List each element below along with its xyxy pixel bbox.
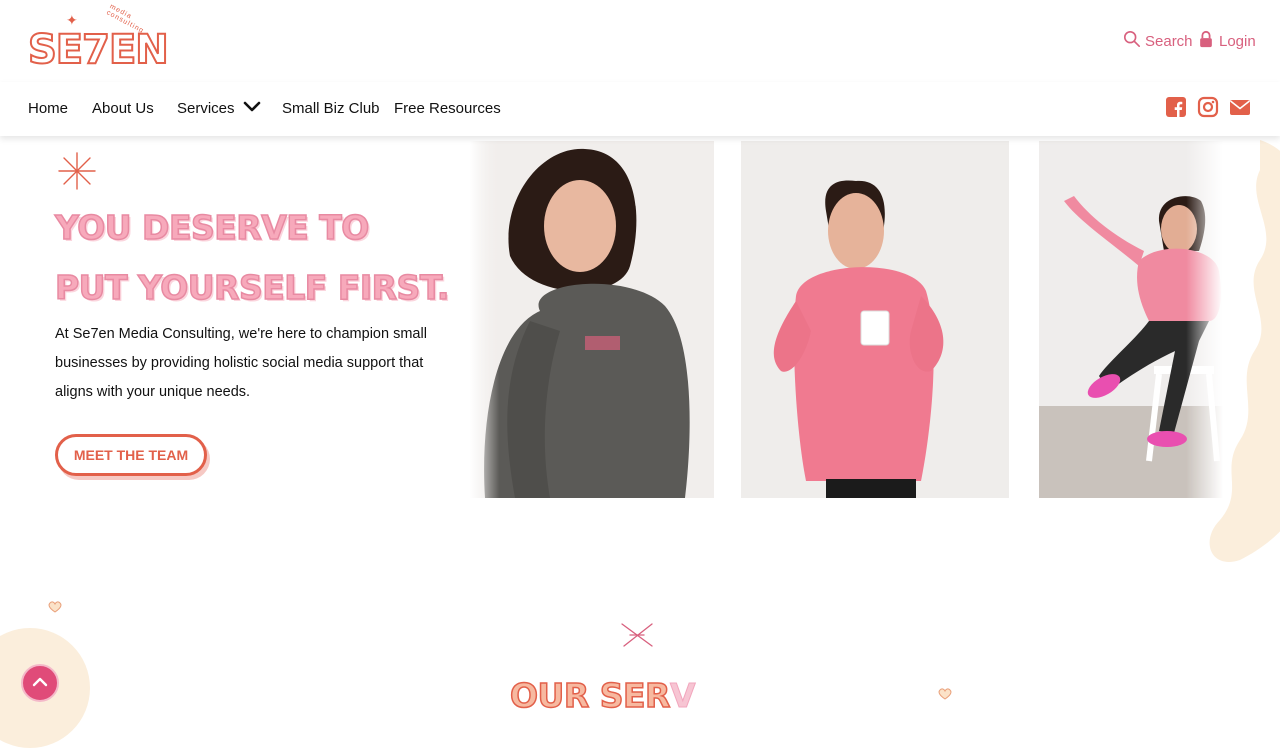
facebook-icon[interactable]	[1165, 96, 1187, 118]
search-link[interactable]: Search	[1123, 30, 1193, 52]
hero-headline-line1: YOU DESERVE TO	[54, 207, 370, 248]
login-label: Login	[1219, 32, 1256, 50]
heart-icon	[48, 601, 62, 613]
our-services-heading-text: OUR SER	[509, 675, 671, 716]
nav-item-label: Small Biz Club	[282, 100, 380, 117]
hero-headline-line2: PUT YOURSELF FIRST.	[54, 267, 450, 308]
chevron-up-icon	[32, 674, 48, 692]
nav-item-small-biz-club[interactable]: Small Biz Club	[282, 100, 380, 117]
team-photo-grey-sweatshirt	[470, 141, 714, 498]
meet-the-team-button[interactable]: MEET THE TEAM	[55, 434, 207, 476]
nav-item-services[interactable]: Services	[177, 100, 261, 117]
instagram-icon[interactable]	[1197, 96, 1219, 118]
main-navigation: Home About Us Services Small Biz Club Fr…	[0, 82, 1280, 136]
nav-item-free-resources[interactable]: Free Resources	[394, 100, 501, 117]
lock-icon	[1197, 30, 1215, 52]
email-icon[interactable]	[1229, 96, 1251, 118]
nav-item-label: Home	[28, 100, 69, 117]
team-photo-sitting-stool	[1039, 141, 1223, 498]
our-services-heading: OUR SERV	[509, 675, 696, 716]
sparkle-icon	[58, 152, 96, 190]
nav-item-about-us[interactable]: About Us	[92, 100, 154, 117]
hero-description: At Se7en Media Consulting, we're here to…	[55, 326, 427, 400]
search-icon	[1123, 30, 1141, 52]
scroll-to-top-button[interactable]	[21, 664, 59, 702]
team-photo-pink-sweatshirt-mug	[741, 141, 1009, 498]
nav-item-label: Free Resources	[394, 100, 501, 117]
se7en-logo[interactable]: ✦ SE7EN media consulting	[27, 3, 170, 74]
meet-the-team-label: MEET THE TEAM	[73, 447, 189, 463]
nav-item-label: Services	[177, 100, 235, 117]
nav-item-home[interactable]: Home	[28, 100, 68, 117]
login-link[interactable]: Login	[1197, 30, 1256, 52]
our-services-heading-fading: V	[669, 676, 696, 716]
search-label: Search	[1145, 32, 1193, 50]
nav-item-label: About Us	[92, 100, 154, 117]
chevron-down-icon	[243, 100, 261, 117]
heart-icon	[938, 688, 952, 700]
site-header: ✦ SE7EN media consulting Search Login	[0, 0, 1280, 83]
logo-text: SE7EN	[27, 26, 170, 74]
sparkle-icon	[621, 623, 653, 647]
